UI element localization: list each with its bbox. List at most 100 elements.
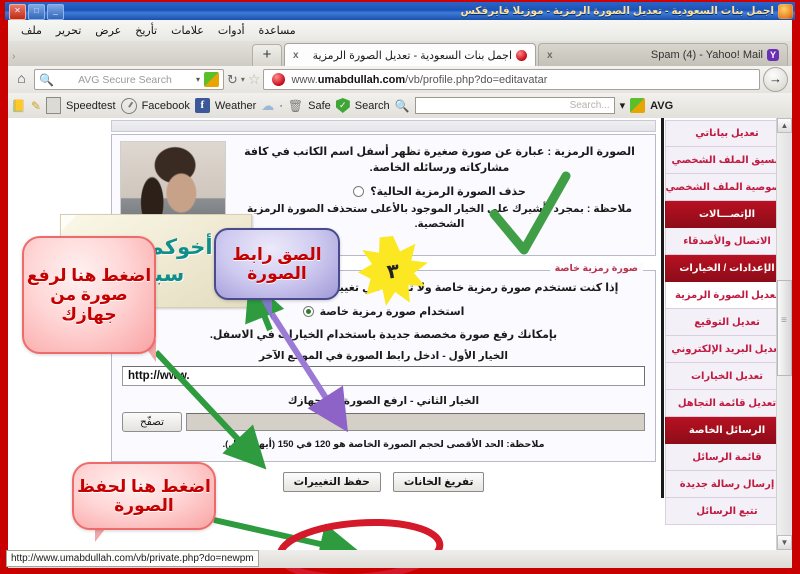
file-upload-row: تصفّح [122,411,645,432]
tab-label: Spam (4) - Yahoo! Mail [650,49,763,61]
maximize-button[interactable]: □ [28,4,45,20]
new-tab-button[interactable]: + [252,44,282,66]
sidebar-item-edit-signature[interactable]: تعديل التوقيع [665,309,789,336]
menu-item-history[interactable]: تأريخ [128,22,164,39]
avg-label: AVG [650,99,674,112]
reset-fields-button[interactable]: تفريغ الخانات [392,472,485,493]
avg-secure-search-box[interactable]: 🔍 AVG Secure Search ▾ [34,69,224,90]
scrollbar-thumb[interactable] [777,280,792,376]
radio-delete-avatar[interactable] [353,185,365,197]
window-controls: _ □ ✕ [9,4,64,20]
delete-avatar-label: حذف الصورة الرمزية الحالية؟ [370,185,526,198]
cloud-icon[interactable]: ☁ [261,98,274,114]
toolbar-item-facebook[interactable]: Facebook [142,100,190,112]
upload-hint: بإمكانك رفع صورة مخصصة جديدة باستخدام ال… [209,328,558,341]
sidebar-item-edit-avatar[interactable]: تعديل الصورة الرمزية [665,282,789,309]
facebook-icon[interactable]: f [194,98,210,113]
toolbar-item-weather[interactable]: Weather [215,100,256,112]
frame-left-border [0,0,8,574]
go-button[interactable]: → [763,67,788,92]
url-favicon [272,73,286,86]
callout-paste-link: الصق رابط الصورة [214,228,340,300]
menu-bar: ملف تحرير عرض تأريخ علامات أدوات مساعدة [8,20,792,41]
sidebar-item-new-message[interactable]: إرسال رسالة جديدة [665,471,789,498]
url-bar[interactable]: www.umabdullah.com/vb/profile.php?do=edi… [263,69,760,90]
tab-strip: Y Spam (4) - Yahoo! Mail x اجمل بنات الس… [8,41,792,66]
page-scrollbar[interactable]: ▲ ▼ [776,118,792,550]
bookmark-star-icon[interactable]: ☆ [248,71,261,88]
close-button[interactable]: ✕ [9,4,26,20]
toolbar-dot-separator: · [279,99,283,112]
tab-yahoo-mail[interactable]: Y Spam (4) - Yahoo! Mail x [538,43,788,66]
home-icon[interactable]: ⌂ [12,70,31,89]
avg-logo-icon [204,72,219,87]
frame-bottom-border [0,568,800,574]
browse-button[interactable]: تصفّح [122,411,182,432]
trash-icon[interactable]: 🗑 [288,99,303,113]
yahoo-favicon: Y [767,49,779,61]
toolbar-item-safe[interactable]: Safe [308,100,331,112]
sidebar-item-track-messages[interactable]: تتبع الرسائل [665,498,789,525]
sidebar-item-edit-email[interactable]: تعديل البريد الإلكتروني [665,336,789,363]
toolbar-item-speedtest[interactable]: Speedtest [66,100,116,112]
callout-save: اضغط هنا لحفظ الصورة [72,462,216,530]
sidebar-item-edit-ignore-list[interactable]: تعديل قائمة التجاهل [665,390,789,417]
notepad-icon[interactable]: 📒 [11,99,26,113]
chevron-down-icon[interactable]: ▾ [620,99,626,112]
layout-divider [661,118,664,498]
shield-icon[interactable]: ✓ [335,98,350,113]
profile-sidebar-nav: تعديل بياناتي تنسيق الملف الشخصي خصوصية … [665,120,789,525]
chevron-down-icon[interactable]: ▾ [241,75,245,84]
file-path-field[interactable] [186,412,645,431]
avg-toolbar: 📒 ✎ Speedtest Facebook f Weather ☁ · 🗑 S… [8,93,792,118]
magnifier-icon[interactable]: 🔍 [395,99,410,113]
avg-search-input[interactable]: AVG Secure Search [58,74,192,86]
navigation-toolbar: ⌂ 🔍 AVG Secure Search ▾ ↻ ▾ ☆ www.umabdu… [8,66,792,93]
menu-item-bookmarks[interactable]: علامات [164,22,211,39]
scroll-down-arrow-icon[interactable]: ▼ [777,535,792,550]
frame-right-border [792,0,800,574]
delete-avatar-option[interactable]: حذف الصورة الرمزية الحالية؟ [234,185,645,198]
sidebar-header-settings: الإعدادات / الخيارات [665,255,789,282]
sidebar-item-edit-options[interactable]: تعديل الخيارات [665,363,789,390]
tab-close-icon[interactable]: x [293,50,299,61]
tab-edit-avatar[interactable]: اجمل بنات السعودية - تعديل الصورة الرمزي… [284,43,536,66]
scroll-up-arrow-icon[interactable]: ▲ [777,118,792,133]
title-bar: اجمل بنات السعودية - تعديل الصورة الرمزي… [5,2,795,20]
sidebar-header-contacts: الإتصـــالات [665,201,789,228]
avatar-description: الصورة الرمزية : عبارة عن صورة صغيرة تظه… [244,146,635,174]
sidebar-item-profile-style[interactable]: تنسيق الملف الشخصي [665,147,789,174]
sidebar-item-contacts-friends[interactable]: الاتصال والأصدقاء [665,228,789,255]
minimize-button[interactable]: _ [47,4,64,20]
menu-item-tools[interactable]: أدوات [211,22,252,39]
sidebar-item-edit-data[interactable]: تعديل بياناتي [665,120,789,147]
sidebar-item-profile-privacy[interactable]: خصوصية الملف الشخصي [665,174,789,201]
menu-item-edit[interactable]: تحرير [49,22,88,39]
use-custom-avatar-label: استخدام صورة رمزية خاصة [319,305,465,318]
menu-item-view[interactable]: عرض [88,22,128,39]
avg-toolbar-search-input[interactable]: Search... [414,97,615,114]
option-one-label: الخيار الأول - ادخل رابط الصورة في الموق… [259,349,508,362]
menu-item-file[interactable]: ملف [14,22,49,39]
tab-close-icon[interactable]: x [547,50,553,61]
save-changes-button[interactable]: حفظ التغييرات [282,472,381,493]
callout-upload: اضغط هنا لرفع صورة من جهازك [22,236,156,354]
radio-use-custom-avatar[interactable] [302,305,314,317]
tab-label: اجمل بنات السعودية - تعديل الصورة الرمزي… [312,49,512,62]
panel-header-bar [111,120,656,132]
chevron-down-icon[interactable]: ▾ [196,75,200,84]
watermark-fold [61,215,77,231]
sidebar-item-message-list[interactable]: قائمة الرسائل [665,444,789,471]
tab-scroll-left-icon[interactable]: ‹ [12,51,15,62]
avg-logo-icon [630,98,646,113]
firefox-icon [778,3,793,19]
custom-avatar-legend: صورة رمزية خاصة [549,263,643,274]
calculator-icon[interactable] [46,97,62,114]
pen-icon[interactable]: ✎ [31,99,41,113]
toolbar-item-search[interactable]: Search [355,100,390,112]
speedometer-icon[interactable] [120,97,137,114]
site-favicon [516,49,527,61]
reload-button[interactable]: ↻ [227,72,238,88]
menu-item-help[interactable]: مساعدة [252,22,303,39]
avatar-url-input[interactable]: http://www. [122,365,645,386]
